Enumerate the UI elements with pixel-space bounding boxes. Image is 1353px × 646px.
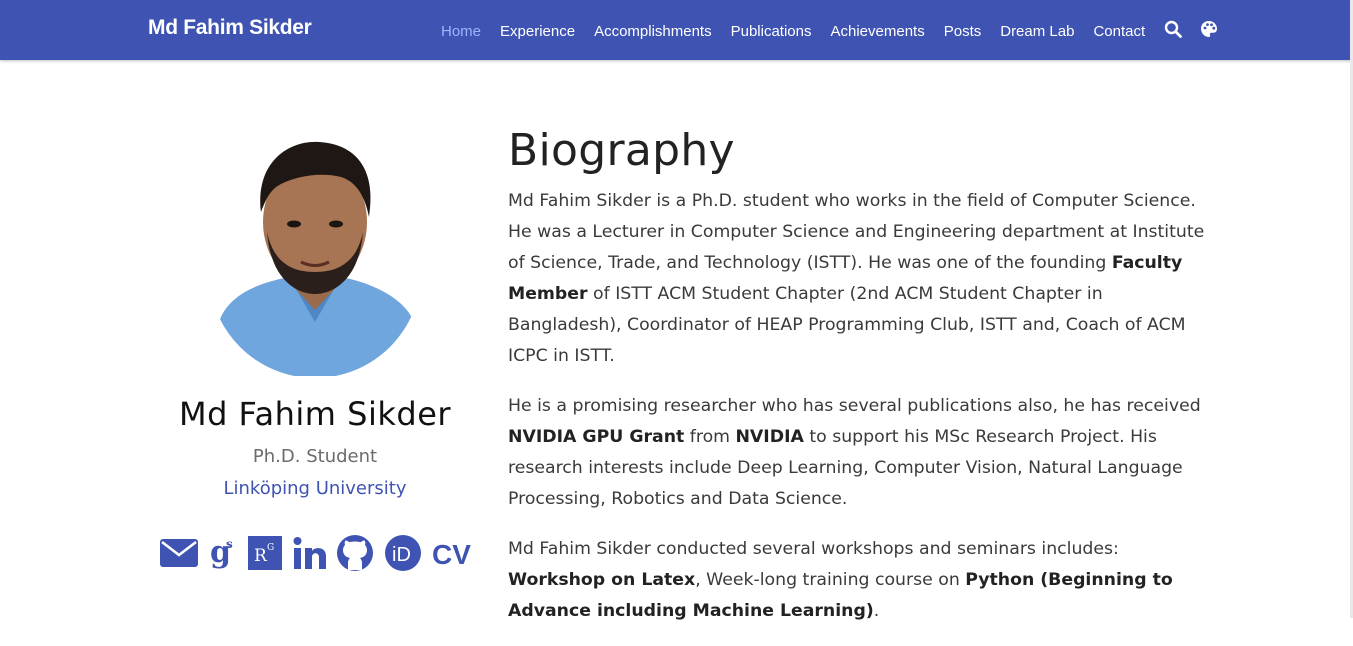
bio-paragraph-3: Md Fahim Sikder conducted several worksh… [508,539,1173,621]
researchgate-icon[interactable]: R G [248,535,282,575]
nav-item-posts[interactable]: Posts [944,23,982,40]
nav-item-experience[interactable]: Experience [500,23,575,40]
palette-icon[interactable] [1200,20,1218,43]
nav-menu: Home Experience Accomplishments Publicat… [441,20,1236,43]
linkedin-icon[interactable] [292,536,326,575]
nav-item-home[interactable]: Home [441,23,481,40]
top-navbar: Md Fahim Sikder Home Experience Accompli… [0,0,1353,60]
cv-icon[interactable]: CV [432,539,471,571]
nav-item-achievements[interactable]: Achievements [831,23,925,40]
search-icon[interactable] [1164,20,1183,43]
site-brand[interactable]: Md Fahim Sikder [148,16,312,40]
nav-item-accomplishments[interactable]: Accomplishments [594,23,712,40]
svg-text:iD: iD [392,544,411,566]
avatar [209,132,421,376]
nav-item-publications[interactable]: Publications [731,23,812,40]
svg-text:R: R [254,546,268,566]
bio-paragraph-2: He is a promising researcher who has sev… [508,396,1201,509]
social-links: g s R G iD CV [160,534,481,577]
biography-section: Biography Md Fahim Sikder is a Ph.D. stu… [508,122,1208,646]
profile-name: Md Fahim Sikder [178,395,452,433]
email-icon[interactable] [160,538,198,572]
page-title: Biography [508,125,735,176]
orcid-icon[interactable]: iD [384,534,422,577]
profile-role: Ph.D. Student [252,446,378,467]
nav-item-contact[interactable]: Contact [1093,23,1145,40]
svg-text:G: G [267,543,274,553]
nav-item-dream-lab[interactable]: Dream Lab [1000,23,1074,40]
biography-text: Md Fahim Sikder is a Ph.D. student who w… [508,186,1208,627]
bio-paragraph-1: Md Fahim Sikder is a Ph.D. student who w… [508,191,1205,366]
svg-text:s: s [226,537,233,551]
google-scholar-icon[interactable]: g s [208,535,238,575]
github-icon[interactable] [336,534,374,577]
profile-organization[interactable]: Linköping University [148,478,482,499]
